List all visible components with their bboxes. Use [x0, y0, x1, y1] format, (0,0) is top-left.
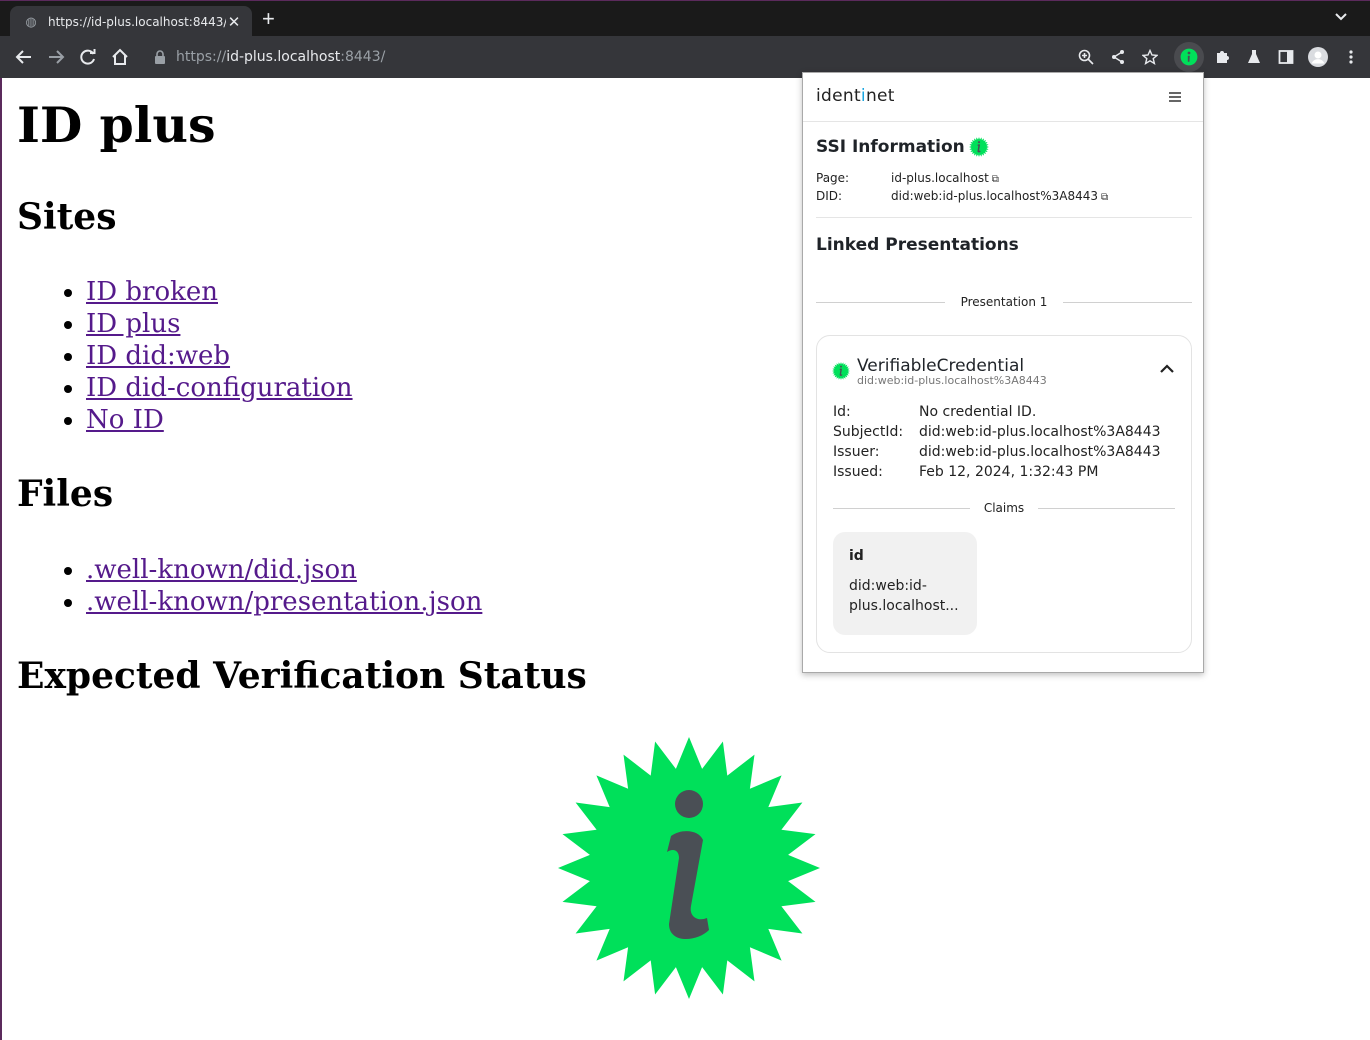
credential-type: VerifiableCredential	[857, 356, 1025, 376]
verification-status-heading: Expected Verification Status	[17, 655, 587, 697]
claim-value: did:web:id-plus.localhost...	[849, 578, 959, 614]
credential-issuer-row: Issuer: did:web:id-plus.localhost%3A8443	[833, 444, 1161, 460]
green-info-badge-icon	[558, 737, 820, 999]
url-text: https://id-plus.localhost:8443/	[176, 49, 386, 65]
tab-strip: ◍ https://id-plus.localhost:8443/ ✕ +	[0, 0, 1370, 37]
page-link[interactable]: id-plus.localhost	[891, 171, 989, 185]
linked-presentations-heading: Linked Presentations	[816, 235, 1019, 255]
labs-flask-icon[interactable]	[1239, 36, 1269, 78]
page-title: ID plus	[17, 96, 216, 154]
extensions-puzzle-icon[interactable]	[1207, 36, 1237, 78]
credential-subtitle: did:web:id-plus.localhost%3A8443	[857, 374, 1047, 387]
external-link-icon[interactable]: ⧉	[992, 174, 999, 185]
identinet-popup: identinet SSI Information Page: id-plus.l…	[802, 72, 1204, 673]
list-item: ID broken	[86, 276, 353, 308]
presentation-label: Presentation 1	[960, 295, 1048, 309]
browser-tab[interactable]: ◍ https://id-plus.localhost:8443/ ✕	[10, 6, 252, 37]
did-row: DID: did:web:id-plus.localhost%3A8443 ⧉	[816, 189, 1109, 203]
files-list: .well-known/did.json .well-known/present…	[62, 554, 482, 618]
identinet-logo: identinet	[816, 86, 895, 106]
hamburger-menu-icon[interactable]	[1169, 87, 1181, 106]
verified-badge-icon	[968, 137, 989, 157]
list-item: ID plus	[86, 308, 353, 340]
verified-badge-icon	[832, 362, 850, 380]
file-link-presentation-json[interactable]: .well-known/presentation.json	[86, 587, 482, 617]
list-item: .well-known/did.json	[86, 554, 482, 586]
credential-id-row: Id: No credential ID.	[833, 404, 1037, 420]
credential-subject-row: SubjectId: did:web:id-plus.localhost%3A84…	[833, 424, 1161, 440]
ssi-information-heading: SSI Information	[816, 137, 989, 157]
forward-arrow-icon	[49, 50, 65, 64]
back-button[interactable]	[8, 36, 40, 78]
file-link-did-json[interactable]: .well-known/did.json	[86, 555, 357, 585]
claims-divider: Claims	[833, 499, 1175, 517]
site-link-id-did-web[interactable]: ID did:web	[86, 341, 230, 371]
list-item: ID did-configuration	[86, 372, 353, 404]
sites-heading: Sites	[17, 196, 117, 238]
forward-button[interactable]	[40, 36, 72, 78]
did-link[interactable]: did:web:id-plus.localhost%3A8443	[891, 189, 1098, 203]
chevron-up-icon[interactable]	[1159, 362, 1175, 376]
list-item: ID did:web	[86, 340, 353, 372]
credential-issued-row: Issued: Feb 12, 2024, 1:32:43 PM	[833, 464, 1099, 480]
presentation-divider: Presentation 1	[816, 293, 1192, 311]
home-icon	[112, 48, 128, 65]
claim-key: id	[849, 548, 864, 564]
back-arrow-icon	[15, 50, 31, 64]
globe-icon: ◍	[25, 13, 37, 29]
new-tab-button[interactable]: +	[262, 7, 275, 31]
profile-avatar[interactable]	[1303, 36, 1333, 78]
claim-card[interactable]: id did:web:id-plus.localhost...	[833, 532, 977, 635]
tab-title: https://id-plus.localhost:8443/	[48, 14, 226, 29]
address-bar[interactable]: https://id-plus.localhost:8443/	[140, 41, 1180, 73]
external-link-icon[interactable]: ⧉	[1101, 192, 1108, 203]
site-link-id-broken[interactable]: ID broken	[86, 277, 218, 307]
site-link-id-did-configuration[interactable]: ID did-configuration	[86, 373, 353, 403]
tab-search-chevron-icon[interactable]	[1334, 9, 1348, 25]
files-heading: Files	[17, 473, 114, 515]
divider	[816, 217, 1192, 218]
claims-label: Claims	[983, 501, 1025, 515]
reload-icon	[80, 49, 96, 65]
close-tab-icon[interactable]: ✕	[226, 13, 242, 31]
page-row: Page: id-plus.localhost ⧉	[816, 171, 999, 185]
list-item: No ID	[86, 404, 353, 436]
site-link-no-id[interactable]: No ID	[86, 405, 164, 435]
side-panel-icon[interactable]	[1271, 36, 1301, 78]
popup-header: identinet	[803, 73, 1203, 122]
credential-card: VerifiableCredential did:web:id-plus.loc…	[816, 335, 1192, 653]
list-item: .well-known/presentation.json	[86, 586, 482, 618]
home-button[interactable]	[104, 36, 136, 78]
reload-button[interactable]	[72, 36, 104, 78]
browser-menu-icon[interactable]	[1336, 36, 1366, 78]
sites-list: ID broken ID plus ID did:web ID did-conf…	[62, 276, 353, 436]
site-link-id-plus[interactable]: ID plus	[86, 309, 180, 339]
identinet-extension-icon[interactable]	[1174, 42, 1204, 72]
lock-icon[interactable]	[154, 50, 166, 64]
